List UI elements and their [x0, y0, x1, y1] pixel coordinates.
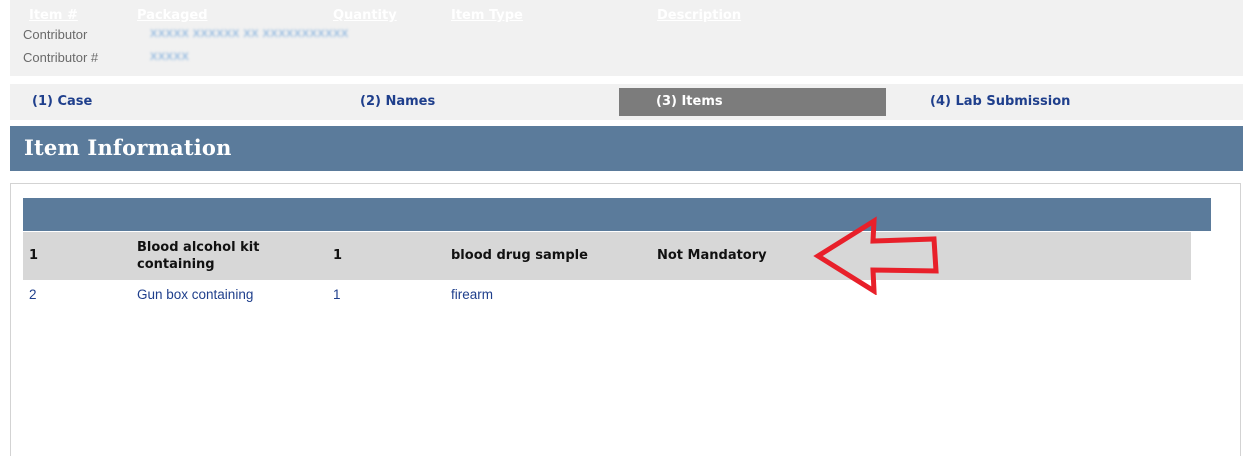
contributor-label: Contributor — [23, 27, 88, 42]
column-header-item-number[interactable]: Item # — [29, 8, 78, 23]
column-header-quantity[interactable]: Quantity — [333, 8, 397, 23]
cell-item-type: firearm — [451, 287, 494, 302]
tab-names[interactable]: (2) Names — [350, 88, 610, 116]
cell-quantity: 1 — [333, 248, 343, 263]
red-outline-arrow-icon — [813, 216, 939, 295]
tab-lab-submission-label[interactable]: (4) Lab Submission — [930, 88, 1070, 116]
cell-packaged: Gun box containing — [137, 287, 254, 302]
wizard-tabs: (1) Case (2) Names (3) Items (4) Lab Sub… — [10, 84, 1243, 120]
tab-names-label[interactable]: (2) Names — [360, 88, 435, 116]
cell-description: Not Mandatory — [657, 248, 767, 263]
section-header: Item Information — [10, 126, 1243, 171]
tab-lab-submission[interactable]: (4) Lab Submission — [915, 88, 1215, 116]
column-header-description[interactable]: Description — [657, 8, 741, 23]
table-row[interactable]: 1 Blood alcohol kit containing 1 blood d… — [23, 232, 1191, 280]
cell-quantity: 1 — [333, 287, 341, 302]
contributor-number-label: Contributor # — [23, 50, 99, 65]
section-title: Item Information — [24, 135, 232, 160]
page: Contributor XXXXX XXXXXX XX XXXXXXXXXXX … — [0, 0, 1243, 456]
tab-items[interactable]: (3) Items — [619, 88, 886, 116]
contributor-row: Contributor XXXXX XXXXXX XX XXXXXXXXXXX — [23, 27, 348, 42]
tab-case-label[interactable]: (1) Case — [32, 88, 92, 116]
cell-item-type: blood drug sample — [451, 248, 588, 263]
tab-case[interactable]: (1) Case — [10, 88, 310, 116]
cell-item-number: 2 — [29, 287, 37, 302]
tab-items-label[interactable]: (3) Items — [656, 88, 723, 116]
table-header — [23, 198, 1211, 231]
contributor-number-value: XXXXX — [150, 51, 190, 63]
column-header-item-type[interactable]: Item Type — [451, 8, 523, 23]
cell-item-number: 1 — [29, 248, 39, 263]
table-row[interactable]: 2 Gun box containing 1 firearm — [23, 281, 1191, 308]
column-header-packaged[interactable]: Packaged — [137, 8, 208, 23]
cell-packaged: Blood alcohol kit containing — [137, 240, 260, 272]
contributor-value: XXXXX XXXXXX XX XXXXXXXXXXX — [150, 28, 349, 40]
contributor-number-row: Contributor # XXXXX — [23, 50, 189, 65]
